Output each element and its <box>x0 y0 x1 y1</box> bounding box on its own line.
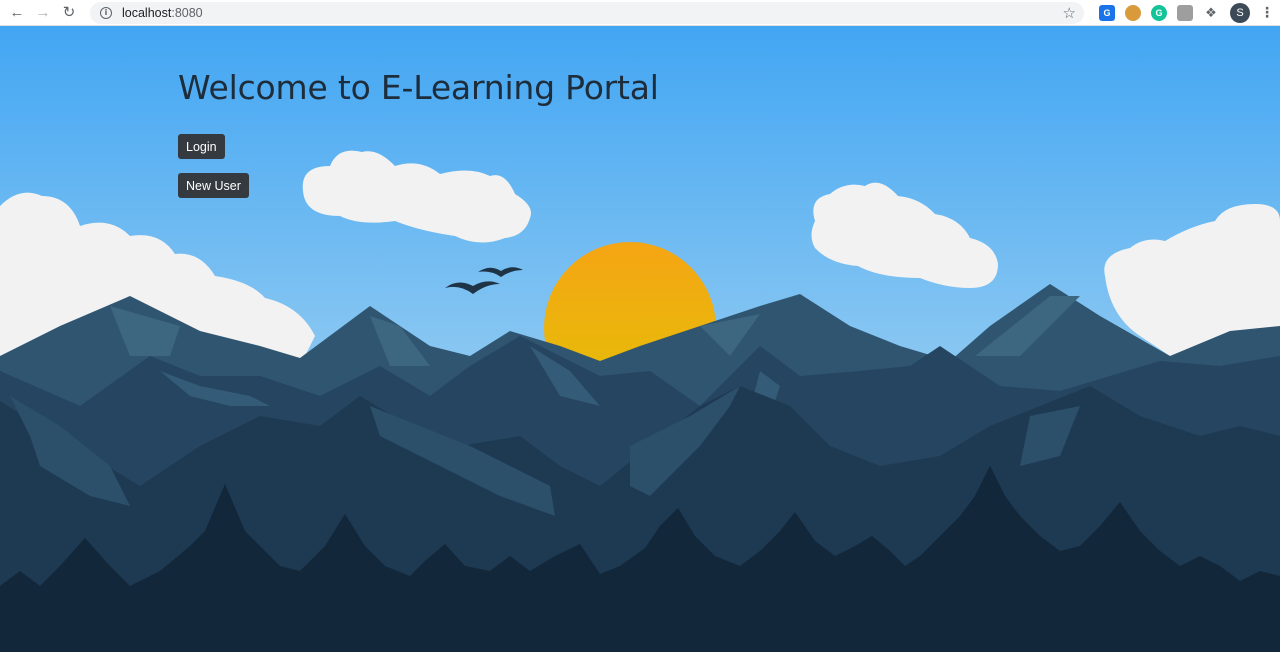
kebab-menu-icon[interactable]: ⋮ <box>1260 4 1274 21</box>
reload-icon[interactable]: ↻ <box>56 2 82 24</box>
translate-extension-icon[interactable]: G <box>1099 4 1115 21</box>
browser-toolbar: ← → ↻ i localhost:8080 ☆ G G ❖ S ⋮ <box>0 0 1280 26</box>
landscape-background <box>0 26 1280 652</box>
url-port: :8080 <box>171 5 203 20</box>
url-host: localhost <box>122 5 172 20</box>
back-arrow-icon[interactable]: ← <box>4 2 30 24</box>
address-bar[interactable]: i localhost:8080 ☆ <box>90 1 1084 24</box>
login-button[interactable]: Login <box>178 134 225 159</box>
info-icon[interactable]: i <box>100 6 112 19</box>
grammarly-extension-icon[interactable]: G <box>1151 4 1167 21</box>
forward-arrow-icon[interactable]: → <box>30 2 56 24</box>
page-viewport: Welcome to E-Learning Portal Login New U… <box>0 26 1280 652</box>
new-user-button[interactable]: New User <box>178 173 249 198</box>
url-text[interactable]: localhost:8080 <box>122 6 203 20</box>
profile-avatar[interactable]: S <box>1230 2 1250 23</box>
star-icon[interactable]: ☆ <box>1063 4 1076 22</box>
extensions-bar: G G ❖ S ⋮ <box>1094 2 1274 23</box>
page-title: Welcome to E-Learning Portal <box>178 68 659 107</box>
pdf-extension-icon[interactable] <box>1177 4 1193 21</box>
cookie-extension-icon[interactable] <box>1125 4 1141 21</box>
puzzle-extensions-icon[interactable]: ❖ <box>1203 5 1219 21</box>
